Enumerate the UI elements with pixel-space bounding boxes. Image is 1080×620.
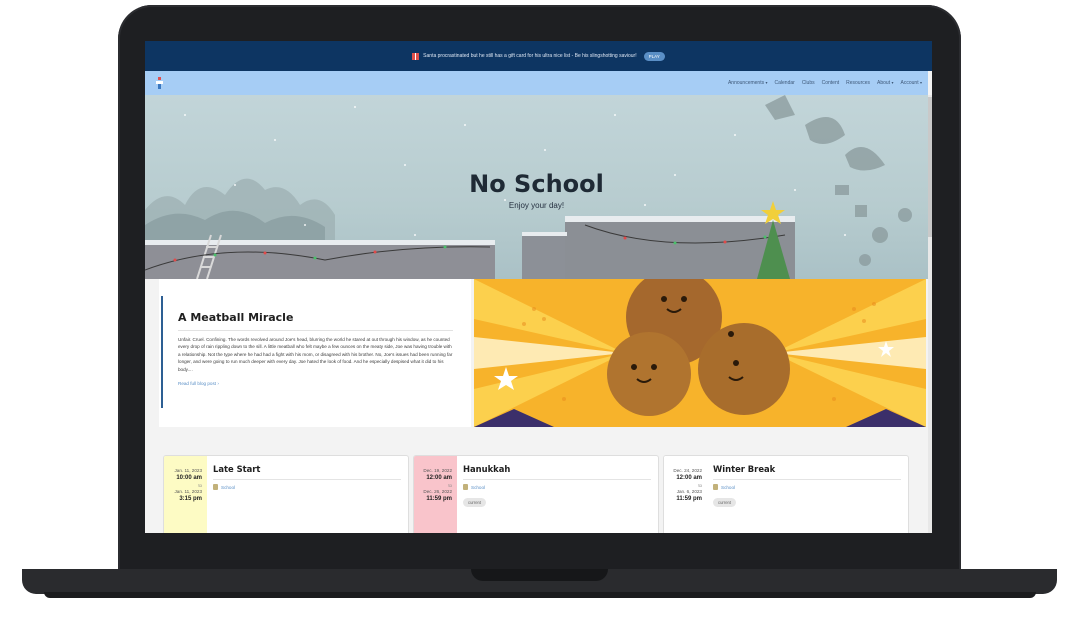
event-calendar-name: School (221, 484, 236, 490)
hero-banner: No School Enjoy your day! (145, 95, 928, 279)
play-button[interactable]: PLAY (643, 51, 665, 61)
event-start-time: 10:00 am (176, 475, 202, 481)
event-body: Winter Break School current (713, 464, 901, 509)
hero-subtitle: Enjoy your day! (508, 201, 565, 210)
event-card[interactable]: Dec. 19, 2022 12:00 am to Dec. 26, 2022 … (413, 455, 659, 533)
caret-down-icon: ▾ (919, 80, 922, 85)
caret-down-icon: ▾ (891, 80, 894, 85)
announcement-text: Santa procrastinated but he still has a … (423, 53, 637, 59)
read-full-blog-link[interactable]: Read full blog post › (178, 381, 453, 386)
calendar-icon (713, 484, 718, 490)
featured-blog-section: A Meatball Miracle Unfair. Cruel. Confin… (145, 279, 928, 427)
event-end-time: 11:59 pm (676, 496, 702, 502)
event-dates: Dec. 24, 2022 12:00 am to Jan. 6, 2023 1… (664, 456, 707, 533)
laptop-base-lip (44, 592, 1036, 598)
calendar-icon (213, 484, 218, 490)
events-section: Jan. 11, 2023 10:00 am to Jan. 11, 2023 … (145, 427, 928, 533)
event-calendar[interactable]: School (463, 484, 651, 490)
meatballs-illustration (474, 279, 926, 427)
site-logo-icon[interactable] (155, 77, 164, 89)
status-badge: current (463, 498, 487, 507)
event-title[interactable]: Winter Break (713, 464, 901, 480)
event-calendar-name: School (471, 484, 486, 490)
event-calendar-name: School (721, 484, 736, 490)
blog-title: A Meatball Miracle (178, 311, 453, 331)
blog-excerpt: Unfair. Cruel. Confining. The words revo… (178, 337, 453, 372)
browser-screen: Santa procrastinated but he still has a … (145, 41, 932, 533)
event-title[interactable]: Late Start (213, 464, 401, 480)
hero-title: No School (469, 170, 604, 198)
nav-item-content[interactable]: Content (822, 80, 840, 86)
blog-card: A Meatball Miracle Unfair. Cruel. Confin… (159, 279, 471, 427)
nav-menu: Announcements ▾ Calendar Clubs Content R… (728, 71, 922, 95)
nav-item-calendar[interactable]: Calendar (775, 80, 795, 86)
laptop-notch (471, 569, 608, 581)
event-calendar[interactable]: School (213, 484, 401, 490)
announcement-banner: Santa procrastinated but he still has a … (145, 41, 932, 71)
event-card[interactable]: Dec. 24, 2022 12:00 am to Jan. 6, 2023 1… (663, 455, 909, 533)
event-calendar[interactable]: School (713, 484, 901, 490)
nav-item-about[interactable]: About ▾ (877, 80, 893, 86)
event-dates: Jan. 11, 2023 10:00 am to Jan. 11, 2023 … (164, 456, 207, 533)
calendar-icon (463, 484, 468, 490)
gift-icon (412, 52, 420, 60)
blog-content: A Meatball Miracle Unfair. Cruel. Confin… (161, 296, 453, 408)
event-title[interactable]: Hanukkah (463, 464, 651, 480)
event-end-time: 11:59 pm (426, 496, 452, 502)
page-scrollbar[interactable] (928, 95, 932, 533)
scrollbar-thumb[interactable] (928, 97, 932, 237)
event-body: Late Start School (213, 464, 401, 490)
event-start-time: 12:00 am (426, 475, 452, 481)
navbar: Announcements ▾ Calendar Clubs Content R… (145, 71, 928, 95)
nav-item-resources[interactable]: Resources (846, 80, 870, 86)
event-body: Hanukkah School current (463, 464, 651, 509)
status-badge: current (713, 498, 737, 507)
nav-item-account[interactable]: Account ▾ (901, 80, 922, 86)
nav-item-announcements[interactable]: Announcements ▾ (728, 80, 768, 86)
nav-item-clubs[interactable]: Clubs (802, 80, 815, 86)
blog-cover-image[interactable] (474, 279, 926, 427)
event-start-time: 12:00 am (676, 475, 702, 481)
event-card[interactable]: Jan. 11, 2023 10:00 am to Jan. 11, 2023 … (163, 455, 409, 533)
event-dates: Dec. 19, 2022 12:00 am to Dec. 26, 2022 … (414, 456, 457, 533)
event-end-time: 3:15 pm (179, 496, 202, 502)
caret-down-icon: ▾ (765, 80, 768, 85)
